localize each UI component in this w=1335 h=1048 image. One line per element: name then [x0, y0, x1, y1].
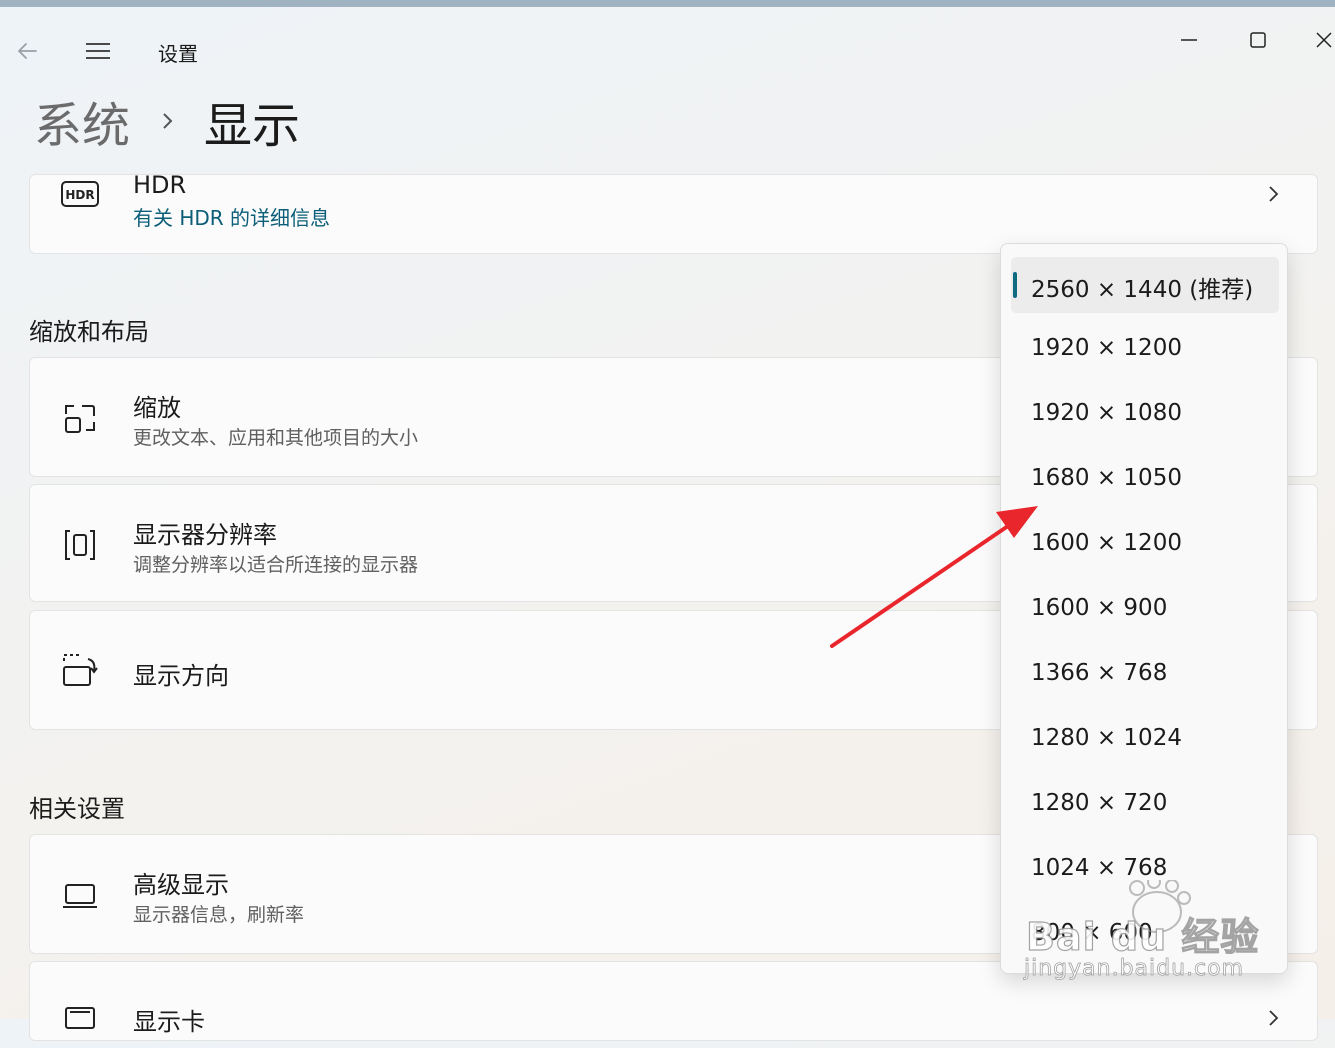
chevron-right-icon [156, 110, 178, 132]
resolution-option[interactable]: 1280 × 720 [1011, 777, 1279, 833]
hdr-title: HDR [133, 171, 187, 199]
chevron-right-icon [1263, 1008, 1283, 1028]
resolution-option[interactable]: 2560 × 1440 (推荐) [1011, 257, 1279, 313]
orientation-title: 显示方向 [133, 662, 229, 690]
advanced-display-title: 高级显示 [133, 871, 229, 899]
svg-text:HDR: HDR [65, 188, 94, 202]
scale-title: 缩放 [133, 394, 181, 422]
close-icon[interactable] [1309, 25, 1335, 55]
resolution-option[interactable]: 1920 × 1200 [1011, 322, 1279, 378]
minimize-icon[interactable] [1174, 25, 1204, 55]
back-arrow-icon[interactable] [14, 37, 42, 65]
watermark-url: jingyan.baidu.com [1024, 956, 1245, 982]
hdr-card[interactable]: HDR HDR 有关 HDR 的详细信息 [29, 171, 1318, 254]
breadcrumb: 系统 显示 [34, 86, 300, 156]
app-title: 设置 [158, 42, 198, 66]
resolution-subtitle: 调整分辨率以适合所连接的显示器 [133, 554, 419, 576]
resolution-option[interactable]: 1280 × 1024 [1011, 712, 1279, 768]
hdr-details-link[interactable]: 有关 HDR 的详细信息 [133, 202, 330, 231]
resolution-option[interactable]: 1024 × 768 [1011, 842, 1279, 898]
resolution-option[interactable]: 1600 × 1200 [1011, 517, 1279, 573]
graphics-icon [60, 1004, 100, 1044]
scale-icon [60, 398, 100, 438]
resolution-title: 显示器分辨率 [133, 521, 277, 549]
resolution-option[interactable]: 1680 × 1050 [1011, 452, 1279, 508]
orientation-icon [60, 651, 100, 691]
resolution-option[interactable]: 1366 × 768 [1011, 647, 1279, 703]
resolution-icon [60, 525, 100, 565]
section-heading-scale-layout: 缩放和布局 [29, 318, 149, 346]
page-title: 显示 [204, 98, 301, 154]
chevron-right-icon [1263, 184, 1283, 204]
resolution-option[interactable]: 1600 × 900 [1011, 582, 1279, 638]
maximize-icon[interactable] [1243, 25, 1273, 55]
breadcrumb-parent[interactable]: 系统 [34, 86, 130, 156]
watermark-brand: Bai du 经验 [1025, 914, 1260, 959]
resolution-dropdown-list: 2560 × 1440 (推荐) 1920 × 1200 1920 × 1080… [1000, 243, 1288, 974]
scale-subtitle: 更改文本、应用和其他项目的大小 [133, 427, 419, 449]
top-edge-strip [0, 0, 1335, 7]
title-bar: 设置 [0, 7, 1335, 77]
hdr-icon: HDR [61, 181, 99, 207]
graphics-title: 显示卡 [133, 1008, 205, 1036]
resolution-option[interactable]: 1920 × 1080 [1011, 387, 1279, 443]
advanced-display-subtitle: 显示器信息，刷新率 [133, 904, 305, 926]
monitor-icon [60, 875, 100, 915]
selection-indicator [1013, 272, 1017, 298]
hamburger-menu-icon[interactable] [84, 37, 112, 65]
section-heading-related: 相关设置 [29, 795, 125, 823]
